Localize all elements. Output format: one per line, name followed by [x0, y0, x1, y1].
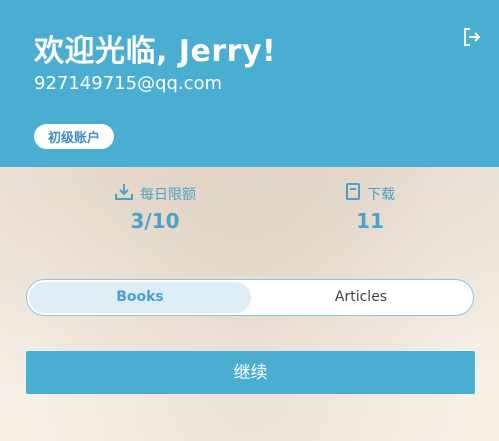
download-value: 11 [356, 209, 384, 233]
tab-books[interactable]: Books [29, 282, 251, 313]
continue-button[interactable]: 继续 [26, 351, 475, 394]
book-icon [345, 183, 361, 205]
user-email: 927149715@qq.com [34, 73, 223, 94]
download-label: 下载 [367, 187, 395, 203]
content-type-toggle: Books Articles [26, 279, 474, 316]
usage-stats: 每日限额 3/10 下载 11 [0, 167, 499, 247]
daily-limit-stat: 每日限额 3/10 [100, 183, 210, 233]
tab-articles[interactable]: Articles [251, 282, 471, 313]
download-tray-icon [114, 183, 134, 205]
daily-limit-label: 每日限额 [140, 187, 196, 203]
welcome-title: 欢迎光临, Jerry! [34, 34, 277, 69]
profile-header: 欢迎光临, Jerry! 927149715@qq.com 初级账户 [0, 0, 499, 167]
download-stat: 下载 11 [320, 183, 420, 233]
account-level-badge: 初级账户 [34, 124, 115, 149]
daily-limit-value: 3/10 [130, 209, 180, 233]
logout-icon[interactable] [462, 27, 482, 47]
